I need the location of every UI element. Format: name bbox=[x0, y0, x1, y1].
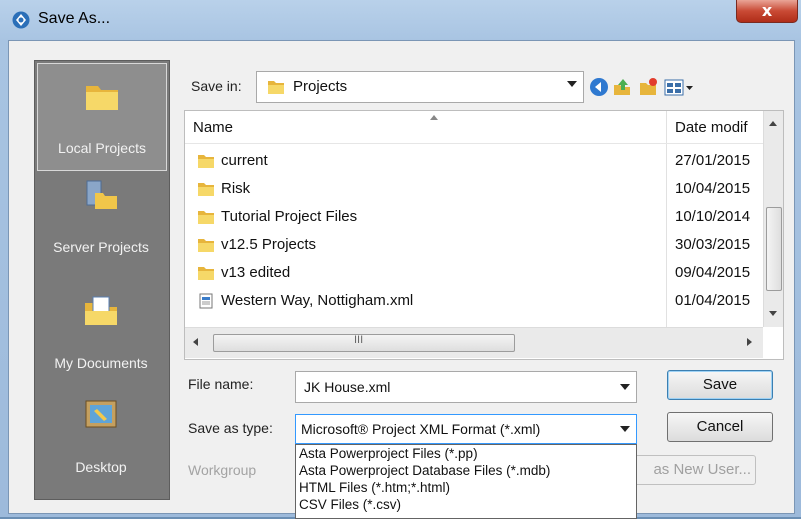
place-my-documents[interactable]: My Documents bbox=[37, 279, 165, 385]
back-icon[interactable] bbox=[589, 77, 609, 97]
file-list[interactable]: Name Date modif current 27/01/2015 Risk … bbox=[184, 110, 784, 360]
file-date: 10/04/2015 bbox=[675, 180, 751, 197]
place-label: Local Projects bbox=[58, 140, 146, 156]
scrollbar-thumb[interactable]: III bbox=[213, 334, 515, 352]
folder-icon bbox=[198, 239, 214, 252]
scrollbar-thumb[interactable] bbox=[766, 207, 782, 291]
save-as-type-combo[interactable]: Microsoft® Project XML Format (*.xml) bbox=[295, 414, 637, 444]
folder-icon bbox=[268, 81, 284, 94]
places-bar: Local Projects Server Projects My Docume… bbox=[34, 60, 170, 500]
vertical-scrollbar[interactable] bbox=[763, 111, 783, 327]
window-title: Save As... bbox=[38, 10, 111, 27]
file-date: 01/04/2015 bbox=[675, 292, 751, 309]
list-item[interactable]: Risk 10/04/2015 bbox=[185, 175, 763, 203]
chevron-down-icon bbox=[567, 81, 577, 87]
dropdown-option[interactable]: Asta Powerproject Files (*.pp) bbox=[296, 445, 636, 462]
place-label: Server Projects bbox=[53, 239, 149, 255]
chevron-down-icon[interactable] bbox=[620, 384, 630, 390]
view-menu-icon[interactable] bbox=[664, 79, 694, 97]
grip-icon: III bbox=[354, 334, 364, 346]
cancel-button[interactable]: Cancel bbox=[667, 412, 773, 442]
up-folder-icon[interactable] bbox=[612, 77, 632, 97]
documents-folder-icon bbox=[85, 296, 117, 325]
close-icon: x bbox=[761, 1, 773, 20]
chevron-down-icon[interactable] bbox=[620, 426, 630, 432]
place-label: Desktop bbox=[75, 459, 127, 475]
dropdown-option[interactable]: HTML Files (*.htm;*.html) bbox=[296, 479, 636, 496]
file-name-label: File name: bbox=[188, 376, 254, 392]
server-folder-icon bbox=[86, 180, 117, 209]
file-date: 27/01/2015 bbox=[675, 152, 751, 169]
dropdown-option[interactable]: Asta Powerproject Database Files (*.mdb) bbox=[296, 462, 636, 479]
place-label: My Documents bbox=[54, 355, 148, 371]
list-item[interactable]: Western Way, Nottigham.xml 01/04/2015 bbox=[185, 287, 763, 315]
save-button[interactable]: Save bbox=[667, 370, 773, 400]
save-in-value: Projects bbox=[293, 78, 348, 95]
file-name: v12.5 Projects bbox=[221, 236, 317, 253]
file-name-field[interactable]: JK House.xml bbox=[295, 371, 637, 403]
list-item[interactable]: v12.5 Projects 30/03/2015 bbox=[185, 231, 763, 259]
file-date: 09/04/2015 bbox=[675, 264, 751, 281]
file-name: Western Way, Nottigham.xml bbox=[221, 292, 414, 309]
app-icon bbox=[12, 11, 30, 29]
xml-file-icon bbox=[199, 293, 213, 309]
list-item[interactable]: Tutorial Project Files 10/10/2014 bbox=[185, 203, 763, 231]
close-button[interactable]: x bbox=[736, 0, 798, 23]
save-in-label: Save in: bbox=[191, 78, 242, 94]
scroll-up-icon[interactable] bbox=[769, 121, 777, 126]
sort-up-icon bbox=[430, 115, 438, 120]
workgroup-label: Workgroup bbox=[188, 462, 257, 478]
scroll-left-icon[interactable] bbox=[193, 338, 198, 346]
save-in-combo[interactable]: Projects bbox=[256, 71, 584, 103]
list-item[interactable]: v13 edited 09/04/2015 bbox=[185, 259, 763, 287]
file-name-value: JK House.xml bbox=[304, 379, 391, 395]
folder-icon bbox=[198, 155, 214, 168]
file-name: Tutorial Project Files bbox=[221, 208, 358, 225]
folder-icon bbox=[198, 183, 214, 196]
save-as-type-dropdown[interactable]: Asta Powerproject Files (*.pp) Asta Powe… bbox=[295, 444, 637, 519]
save-as-type-label: Save as type: bbox=[188, 420, 273, 436]
place-local-projects[interactable]: Local Projects bbox=[37, 63, 167, 171]
save-as-type-value: Microsoft® Project XML Format (*.xml) bbox=[301, 421, 541, 437]
place-desktop[interactable]: Desktop bbox=[37, 383, 165, 489]
file-name: current bbox=[221, 152, 268, 169]
file-date: 30/03/2015 bbox=[675, 236, 751, 253]
column-header-date[interactable]: Date modif bbox=[675, 111, 748, 143]
place-server-projects[interactable]: Server Projects bbox=[37, 163, 165, 269]
workgroup-new-user-button[interactable]: as New User... bbox=[630, 455, 756, 485]
new-folder-icon[interactable] bbox=[638, 77, 658, 97]
header-divider bbox=[185, 143, 763, 144]
list-item[interactable]: current 27/01/2015 bbox=[185, 147, 763, 175]
folder-icon bbox=[198, 267, 214, 280]
file-date: 10/10/2014 bbox=[675, 208, 751, 225]
folder-icon bbox=[86, 86, 118, 110]
dropdown-option[interactable]: CSV Files (*.csv) bbox=[296, 496, 636, 513]
scroll-right-icon[interactable] bbox=[747, 338, 752, 346]
desktop-icon bbox=[85, 400, 117, 428]
scroll-down-icon[interactable] bbox=[769, 311, 777, 316]
file-name: Risk bbox=[221, 180, 251, 197]
horizontal-scrollbar[interactable]: III bbox=[185, 327, 763, 358]
file-name: v13 edited bbox=[221, 264, 291, 281]
title-bar[interactable]: Save As... x bbox=[0, 0, 801, 40]
column-header-name[interactable]: Name bbox=[193, 111, 233, 143]
folder-icon bbox=[198, 211, 214, 224]
